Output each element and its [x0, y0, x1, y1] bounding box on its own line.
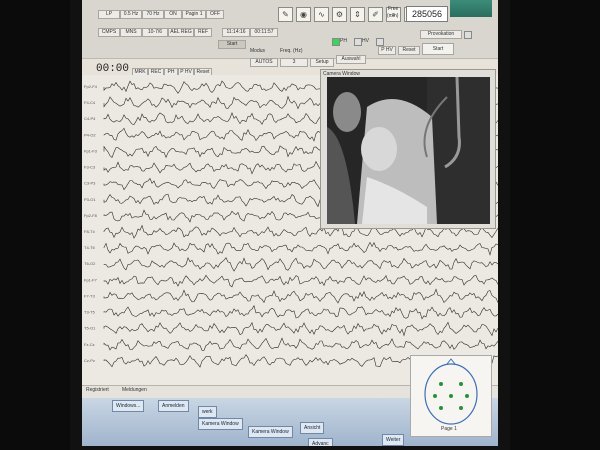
eeg-channel-trace — [103, 337, 498, 351]
task-item[interactable]: Windows... — [112, 400, 145, 412]
notch-button[interactable]: ON — [164, 10, 182, 19]
eeg-channel-trace — [103, 241, 498, 256]
task-item[interactable]: Kamera Window — [248, 426, 293, 438]
eeg-channel-label: T4-T6 — [84, 245, 95, 250]
eeg-channel-label: F4-C4 — [84, 100, 96, 105]
ph-indicator[interactable] — [332, 38, 340, 46]
hv-label: HV — [362, 38, 369, 44]
eeg-channel-label: Fz-Cz — [84, 342, 95, 347]
ref-button[interactable]: REF — [194, 28, 212, 37]
extra-checkbox[interactable] — [376, 38, 384, 46]
eeg-channel-trace — [103, 257, 498, 272]
eeg-channel-label: P3-O1 — [84, 197, 96, 202]
free-unit: (min) — [387, 13, 399, 19]
free-minutes-counter: 285056 — [406, 6, 448, 22]
off-button[interactable]: OFF — [206, 10, 224, 19]
hp-button[interactable]: 0.5 Hz — [120, 10, 142, 19]
camera-feed — [327, 77, 490, 224]
status-left: Registriert — [86, 387, 109, 393]
page-button[interactable]: Pagin 1 — [182, 10, 206, 19]
montage-button[interactable]: 10-7/6 — [142, 28, 168, 37]
auswahl-button[interactable]: Auswahl — [336, 55, 366, 64]
freq-select[interactable]: 3 — [280, 58, 308, 67]
hf-button[interactable]: 70 Hz — [142, 10, 164, 19]
camera-window[interactable]: Camera Window — [320, 69, 496, 229]
setup-button[interactable]: Setup — [310, 58, 334, 67]
eeg-channel-label: Fp2-F8 — [84, 213, 98, 218]
eeg-channel-trace — [103, 288, 498, 304]
provokation-checkbox[interactable] — [464, 31, 472, 39]
task-item[interactable]: Anmelden — [158, 400, 189, 412]
head-map-diagram — [424, 358, 478, 425]
task-item[interactable]: Advanc — [308, 438, 333, 446]
provokation-button[interactable]: Provokation — [420, 30, 462, 39]
cmps-button[interactable]: CMPS — [98, 28, 120, 37]
hv-checkbox[interactable] — [354, 38, 362, 46]
eeg-channel-label: F8-T4 — [84, 229, 95, 234]
eeg-channel-label: F3-C3 — [84, 165, 96, 170]
eeg-channel-label: Fp2-F4 — [84, 84, 98, 89]
status-mid: Meldungen — [122, 387, 147, 393]
ph-label: PH — [340, 38, 347, 44]
eeg-screen: LP 0.5 Hz 70 Hz ON Pagin 1 OFF CMPS MNS … — [82, 0, 498, 446]
eye-icon[interactable]: ◉ — [296, 7, 311, 22]
eeg-channel-label: F7-T3 — [84, 293, 95, 298]
eeg-channel-label: Fp1-F3 — [84, 148, 98, 153]
eeg-channel-label: C3-P3 — [84, 181, 96, 186]
eeg-channel-label: T3-T5 — [84, 310, 95, 315]
wave-icon[interactable]: ∿ — [314, 7, 329, 22]
clock-1: 11:14:16 — [222, 28, 250, 37]
eeg-channel-label: P4-O2 — [84, 132, 96, 137]
eeg-channel-label: Fp1-F7 — [84, 277, 98, 282]
electrode-head-map[interactable]: Page 1 — [410, 355, 492, 437]
eeg-channel-label: C4-P4 — [84, 116, 96, 121]
brand-logo — [450, 0, 492, 17]
toolbar: LP 0.5 Hz 70 Hz ON Pagin 1 OFF CMPS MNS … — [82, 0, 498, 59]
pen-icon[interactable]: ✎ — [278, 7, 293, 22]
free-label: Free — [388, 6, 399, 12]
head-map-label: Page 1 — [441, 426, 457, 432]
gear-icon[interactable]: ⚙ — [332, 7, 347, 22]
recording-timer: 00:00 — [96, 63, 130, 75]
task-item[interactable]: Ansicht — [300, 422, 325, 434]
eeg-channel-trace — [103, 321, 498, 337]
eeg-channel-label: T6-O2 — [84, 261, 96, 266]
task-item[interactable]: werk — [198, 406, 217, 418]
eeg-channel-label: Cz-Pz — [84, 358, 95, 363]
freq-label: Freq. (Hz) — [280, 48, 303, 54]
mns-button[interactable]: MNS — [120, 28, 142, 37]
protokoll-button[interactable]: Start — [218, 40, 246, 49]
task-item[interactable]: Weiter — [382, 434, 405, 446]
lp-button[interactable]: LP — [98, 10, 120, 19]
marker-icon[interactable]: ✐ — [368, 7, 383, 22]
modus-select[interactable]: AUTOS — [250, 58, 278, 67]
reset-button[interactable]: Reset — [398, 46, 420, 55]
eeg-channel-trace — [103, 304, 498, 320]
clock-2: 00:11:57 — [250, 28, 278, 37]
ael-reg-button[interactable]: AEL REG — [168, 28, 194, 37]
eeg-channel-label: T5-O1 — [84, 326, 96, 331]
eeg-channel-trace — [103, 274, 498, 288]
phv-button[interactable]: P HV — [378, 46, 396, 55]
modus-label: Modus — [250, 48, 266, 54]
scale-icon[interactable]: ⇕ — [350, 7, 365, 22]
camera-feed-image — [327, 77, 490, 224]
task-item[interactable]: Kamera Window — [198, 418, 243, 430]
start-button[interactable]: Start — [422, 43, 454, 55]
